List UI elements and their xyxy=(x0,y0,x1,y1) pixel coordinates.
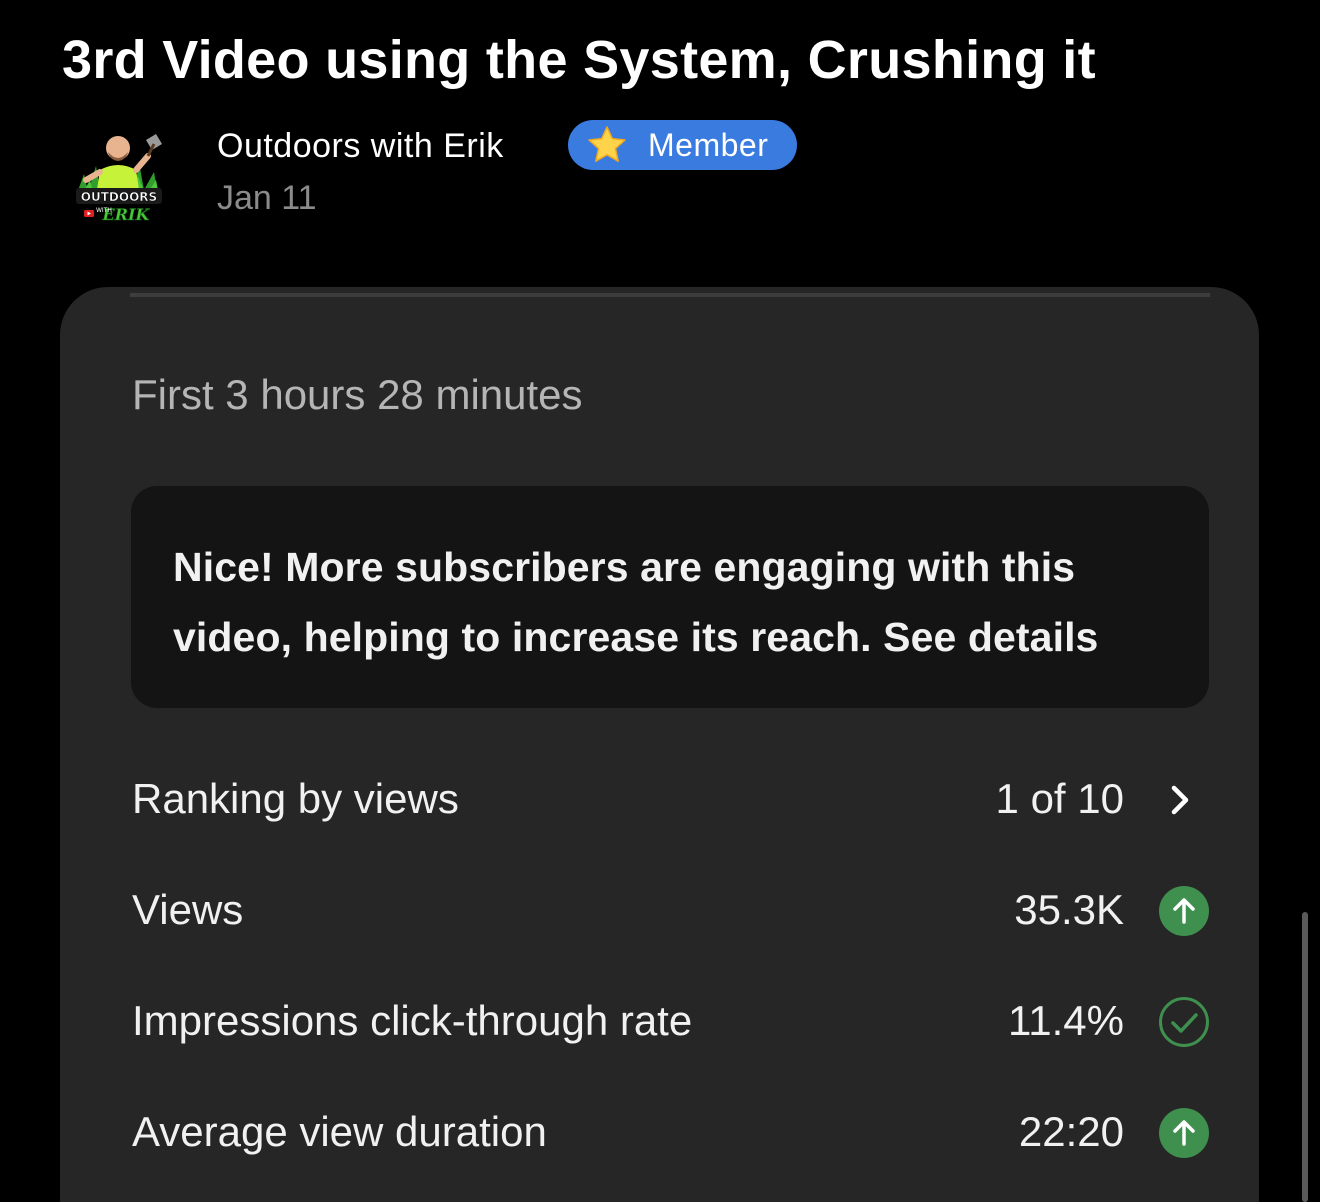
metric-row-views: Views 35.3K xyxy=(132,878,1212,942)
svg-text:OUTDOORS: OUTDOORS xyxy=(81,190,157,204)
metric-label: Average view duration xyxy=(132,1108,547,1155)
author-name[interactable]: Outdoors with Erik xyxy=(217,126,504,166)
analytics-card: First 3 hours 28 minutes Nice! More subs… xyxy=(60,287,1259,1202)
outdoors-with-erik-logo-icon: OUTDOORS ERIK WITH xyxy=(76,134,162,224)
metric-label: Views xyxy=(132,886,244,933)
metric-row-ranking[interactable]: Ranking by views 1 of 10 xyxy=(132,767,1212,831)
metric-value: 22:20 xyxy=(1018,1108,1124,1155)
chevron-right-icon[interactable] xyxy=(1158,774,1210,826)
insight-text[interactable]: Nice! More subscribers are engaging with… xyxy=(173,532,1169,672)
member-badge: Member xyxy=(568,120,797,170)
post-date: Jan 11 xyxy=(217,179,317,217)
check-circle-icon xyxy=(1159,997,1209,1047)
arrow-up-circle-icon xyxy=(1159,886,1209,936)
arrow-up-circle-icon xyxy=(1159,1108,1209,1158)
insight-box[interactable]: Nice! More subscribers are engaging with… xyxy=(131,486,1209,708)
card-divider xyxy=(130,293,1210,297)
metric-value: 11.4% xyxy=(1008,997,1124,1044)
star-icon xyxy=(588,126,626,162)
svg-text:WITH: WITH xyxy=(96,207,112,214)
community-post-screen: 3rd Video using the System, Crushing it … xyxy=(0,0,1320,1202)
metric-label: Ranking by views xyxy=(132,775,459,822)
member-badge-label: Member xyxy=(648,126,769,163)
scrollbar[interactable] xyxy=(1302,912,1308,1202)
analytics-period: First 3 hours 28 minutes xyxy=(132,371,583,418)
channel-avatar[interactable]: OUTDOORS ERIK WITH xyxy=(66,126,172,230)
metric-label: Impressions click-through rate xyxy=(132,997,693,1044)
metric-row-ctr: Impressions click-through rate 11.4% xyxy=(132,989,1212,1053)
metric-value: 35.3K xyxy=(1014,886,1124,933)
metric-value: 1 of 10 xyxy=(995,775,1124,822)
metric-row-avg-duration: Average view duration 22:20 xyxy=(132,1100,1212,1164)
post-title: 3rd Video using the System, Crushing it xyxy=(62,30,1096,90)
